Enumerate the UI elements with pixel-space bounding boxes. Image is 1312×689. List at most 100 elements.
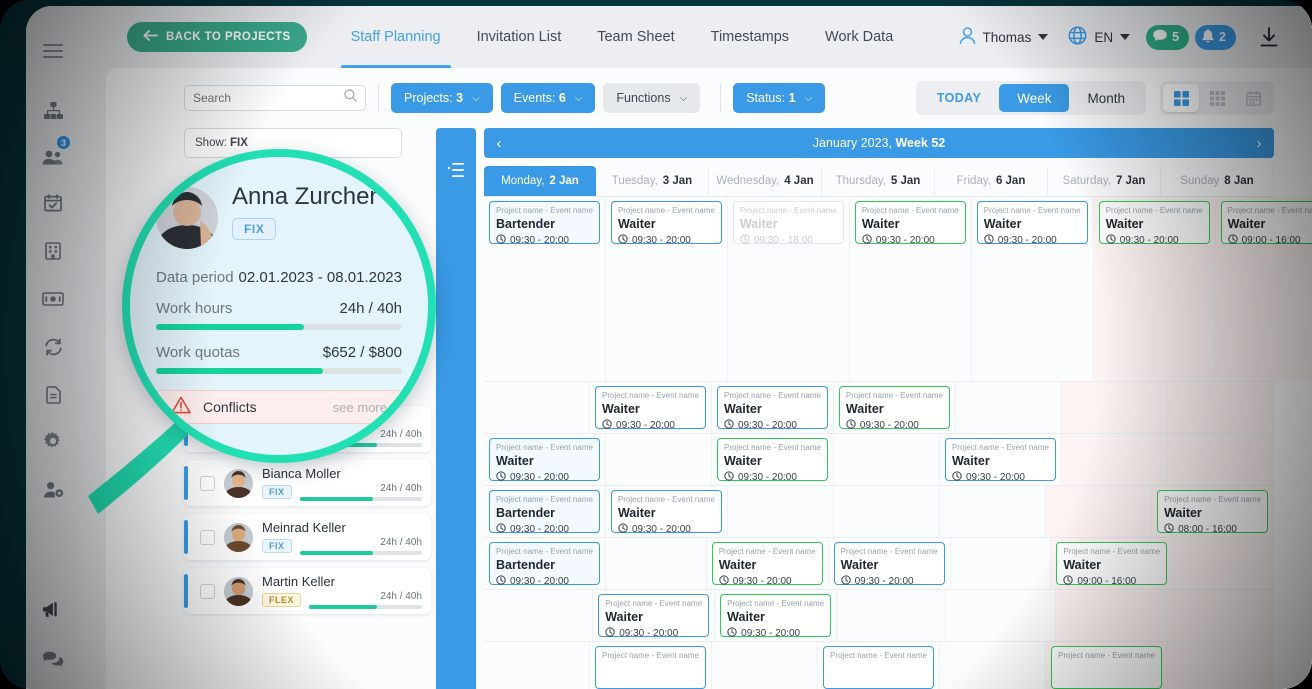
calendar-cell[interactable]: Project name - Event nameWaiter09:30 - 2… [606, 197, 728, 381]
calendar-cell[interactable] [484, 590, 593, 641]
calendar-cell[interactable] [1165, 590, 1274, 641]
calendar-cell[interactable] [946, 590, 1055, 641]
calendar-day-header[interactable]: Friday,6 Jan [935, 166, 1048, 196]
calendar-cell[interactable]: Project name - Event nameWaiter09:30 - 2… [940, 434, 1062, 485]
calendar-cell[interactable]: Project name - Event nameWaiter09:30 - 2… [834, 382, 956, 433]
calendar-day-header[interactable]: Thursday,5 Jan [822, 166, 935, 196]
calendar-cell[interactable]: Project name - Event nameBartender09:30 … [484, 486, 606, 537]
grid-small-icon[interactable] [1199, 84, 1235, 112]
calendar-cell[interactable] [484, 382, 590, 433]
shift-event-card[interactable]: Project name - Event nameWaiter09:30 - 2… [855, 201, 966, 244]
calendar-cell[interactable] [837, 590, 946, 641]
user-settings-icon[interactable] [26, 474, 80, 504]
filter-projects[interactable]: Projects: 3 ⌵ [391, 83, 493, 113]
shift-event-card[interactable]: Project name - Event nameBartender09:30 … [489, 542, 600, 585]
calendar-cell[interactable] [1056, 590, 1165, 641]
building-icon[interactable] [26, 236, 80, 266]
calendar-icon[interactable] [1235, 84, 1271, 112]
shift-event-card[interactable]: Project name - Event nameWaiter09:30 - 2… [717, 386, 828, 429]
range-week[interactable]: Week [999, 84, 1069, 112]
money-bill-icon[interactable] [26, 284, 80, 314]
calendar-day-header[interactable]: Sunday8 Jan [1161, 166, 1274, 196]
calendar-cell[interactable]: Project name - Event nameWaiter08:00 - 1… [1152, 486, 1274, 537]
shift-event-card[interactable]: Project name - Event nameWaiter09:30 - 2… [595, 386, 706, 429]
shift-event-card[interactable]: Project name - Event name [1051, 646, 1162, 689]
calendar-cell[interactable] [834, 434, 940, 485]
hamburger-menu-icon[interactable] [26, 36, 80, 66]
staff-checkbox[interactable] [200, 530, 215, 545]
calendar-cell[interactable]: Project name - Event nameWaiter09:30 - 2… [707, 538, 829, 589]
calendar-cell[interactable] [728, 486, 834, 537]
tab-work-data[interactable]: Work Data [807, 6, 911, 68]
shift-event-card[interactable]: Project name - Event nameWaiter09:30 - 2… [834, 542, 945, 585]
calendar-cell[interactable] [1168, 434, 1274, 485]
calendar-day-header[interactable]: Wednesday,4 Jan [709, 166, 822, 196]
calendar-day-header[interactable]: Saturday,7 Jan [1048, 166, 1161, 196]
shift-event-card[interactable]: Project name - Event nameWaiter09:30 - 2… [489, 438, 600, 481]
shift-event-card[interactable]: Project name - Event nameWaiter09:30 - 2… [611, 201, 722, 244]
shift-event-card[interactable]: Project name - Event nameWaiter09:30 - 2… [1099, 201, 1210, 244]
calendar-cell[interactable] [956, 382, 1062, 433]
shift-event-card[interactable]: Project name - Event nameWaiter09:30 - 2… [839, 386, 950, 429]
calendar-cell[interactable] [1168, 382, 1274, 433]
notifications-badge[interactable]: 2 [1195, 25, 1236, 50]
calendar-cell[interactable] [712, 642, 818, 689]
shift-event-card[interactable]: Project name - Event nameWaiter09:30 - 2… [977, 201, 1088, 244]
tab-team-sheet[interactable]: Team Sheet [579, 6, 692, 68]
grid-large-icon[interactable] [1163, 84, 1199, 112]
download-icon[interactable] [1258, 26, 1280, 48]
shift-event-card[interactable]: Project name - Event nameBartender09:30 … [489, 490, 600, 533]
calendar-cell[interactable]: Project name - Event nameWaiter09:30 - 2… [712, 382, 834, 433]
shift-event-card[interactable]: Project name - Event name [823, 646, 934, 689]
calendar-cell[interactable]: Project name - Event nameWaiter09:30 - 2… [590, 382, 712, 433]
calendar-cell[interactable]: Project name - Event nameWaiter09:30 - 2… [484, 434, 606, 485]
search-input[interactable] [193, 91, 344, 105]
calendar-cell[interactable]: Project name - Event name [818, 642, 940, 689]
language-menu[interactable]: EN [1058, 26, 1140, 48]
calendar-check-icon[interactable] [26, 188, 80, 218]
shift-event-card[interactable]: Project name - Event nameBartender09:30 … [489, 201, 600, 244]
calendar-cell[interactable]: Project name - Event nameWaiter09:30 - 2… [1094, 197, 1216, 381]
staff-panel-collapse-strip[interactable] [436, 128, 476, 689]
calendar-day-header[interactable]: Monday,2 Jan [484, 166, 596, 196]
calendar-cell[interactable]: Project name - Event nameWaiter09:30 - 2… [972, 197, 1094, 381]
calendar-cell[interactable]: Project name - Event nameWaiter09:30 - 2… [715, 590, 837, 641]
shift-event-card[interactable]: Project name - Event nameWaiter09:00 - 1… [1221, 201, 1312, 244]
search-box[interactable] [184, 85, 366, 111]
calendar-cell[interactable]: Project name - Event nameWaiter09:30 - 2… [606, 486, 728, 537]
shift-event-card[interactable]: Project name - Event nameWaiter09:30 - 2… [717, 438, 828, 481]
tab-invitation-list[interactable]: Invitation List [459, 6, 580, 68]
sync-refresh-icon[interactable] [26, 332, 80, 362]
calendar-cell[interactable] [940, 486, 1046, 537]
calendar-cell[interactable] [834, 486, 940, 537]
calendar-cell[interactable] [951, 538, 1052, 589]
shift-event-card[interactable]: Project name - Event nameWaiter09:30 - 2… [712, 542, 823, 585]
calendar-cell[interactable]: Project name - Event nameWaiter09:00 - 1… [1216, 197, 1312, 381]
megaphone-icon[interactable] [26, 594, 80, 624]
calendar-day-header[interactable]: Tuesday,3 Jan [596, 166, 709, 196]
chevron-left-icon[interactable]: ‹ [484, 128, 514, 158]
shift-event-card[interactable]: Project name - Event nameWaiter09:30 - 2… [945, 438, 1056, 481]
user-menu[interactable]: Thomas [949, 27, 1059, 48]
staff-list-item[interactable]: Martin KellerFLEX24h / 40h [184, 568, 431, 614]
calendar-cell[interactable] [1062, 382, 1168, 433]
calendar-cell[interactable] [1173, 538, 1274, 589]
staff-checkbox[interactable] [200, 584, 215, 599]
gear-settings-icon[interactable] [26, 426, 80, 456]
document-icon[interactable] [26, 380, 80, 410]
calendar-cell[interactable] [606, 434, 712, 485]
calendar-cell[interactable]: Project name - Event name [590, 642, 712, 689]
filter-status[interactable]: Status: 1 ⌵ [733, 83, 825, 113]
tab-staff-planning[interactable]: Staff Planning [333, 6, 459, 68]
tab-timestamps[interactable]: Timestamps [693, 6, 807, 68]
conflicts-banner[interactable]: Conflicts see more [156, 390, 402, 424]
calendar-cell[interactable]: Project name - Event nameWaiter09:30 - 2… [593, 590, 715, 641]
chevron-right-icon[interactable]: › [1244, 128, 1274, 158]
shift-event-card[interactable]: Project name - Event nameWaiter09:00 - 1… [1056, 542, 1167, 585]
list-settings-icon[interactable] [436, 160, 476, 180]
users-group-icon[interactable]: 3 [26, 142, 80, 172]
shift-event-card[interactable]: Project name - Event nameWaiter09:30 - 1… [733, 201, 844, 244]
filter-events[interactable]: Events: 6 ⌵ [501, 83, 596, 113]
chat-icon[interactable] [26, 644, 80, 674]
calendar-cell[interactable]: Project name - Event nameBartender09:30 … [484, 538, 606, 589]
